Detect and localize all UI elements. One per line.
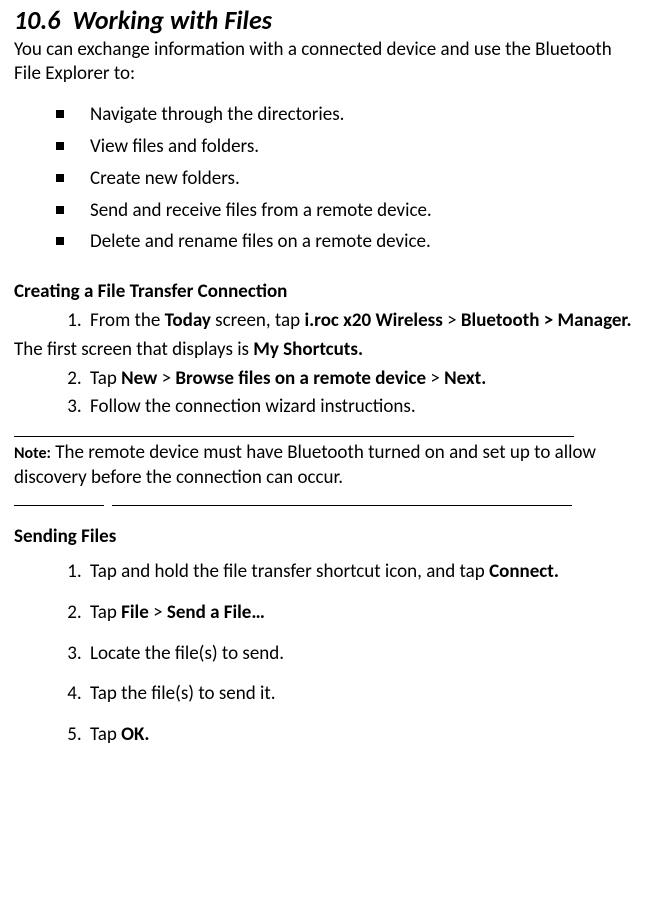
create-connection-steps: From the Today screen, tap i.roc x20 Wir… — [14, 307, 637, 336]
list-item: View files and folders. — [74, 131, 637, 163]
document-page: 10.6 Working with Files You can exchange… — [0, 0, 651, 907]
section-number: 10.6 — [14, 4, 60, 36]
list-item: Create new folders. — [74, 163, 637, 195]
bold-text: Connect. — [489, 560, 559, 583]
text: Tap — [90, 601, 121, 624]
note-label: Note: — [14, 444, 51, 463]
section-heading: 10.6 Working with Files — [14, 6, 637, 36]
text: The first screen that displays is — [14, 338, 253, 361]
list-item: Tap the file(s) to send it. — [86, 674, 637, 715]
divider — [14, 436, 574, 437]
list-item: Delete and rename files on a remote devi… — [74, 226, 637, 258]
bold-text: OK. — [121, 723, 149, 746]
list-item: Locate the file(s) to send. — [86, 634, 637, 675]
text: Tap — [90, 723, 121, 746]
text: Tap — [90, 367, 121, 390]
divider-row — [14, 492, 637, 511]
note-text: The remote device must have Bluetooth tu… — [14, 441, 596, 489]
list-item: Send and receive files from a remote dev… — [74, 195, 637, 227]
list-item: Follow the connection wizard instruction… — [86, 393, 637, 422]
bold-text: Next. — [444, 367, 486, 390]
bold-text: Bluetooth > Manager. — [461, 309, 632, 332]
list-item: Tap File > Send a File… — [86, 593, 637, 634]
text: > — [149, 601, 167, 624]
bold-text: Today — [165, 309, 211, 332]
sending-files-steps: Tap and hold the file transfer shortcut … — [14, 552, 637, 755]
list-item: Navigate through the directories. — [74, 99, 637, 131]
list-item: Tap New > Browse files on a remote devic… — [86, 365, 637, 394]
text: From the — [90, 309, 165, 332]
create-connection-steps-cont: Tap New > Browse files on a remote devic… — [14, 365, 637, 422]
text: Tap and hold the file transfer shortcut … — [90, 560, 489, 583]
capabilities-list: Navigate through the directories. View f… — [14, 99, 637, 258]
divider — [14, 505, 104, 506]
section-title: Working with Files — [72, 4, 272, 36]
text: > — [443, 309, 461, 332]
bold-text: My Shortcuts. — [253, 338, 363, 361]
intro-paragraph: You can exchange information with a conn… — [14, 38, 637, 86]
note-paragraph: Note: The remote device must have Blueto… — [14, 441, 637, 490]
bold-text: File — [121, 601, 149, 624]
bold-text: Browse files on a remote device — [175, 367, 426, 390]
text: > — [426, 367, 444, 390]
bold-text: i.roc x20 Wireless — [304, 309, 442, 332]
subheading-create-connection: Creating a File Transfer Connection — [14, 280, 637, 303]
list-item: Tap and hold the file transfer shortcut … — [86, 552, 637, 593]
divider — [112, 505, 572, 506]
subheading-sending-files: Sending Files — [14, 525, 637, 548]
text: > — [157, 367, 175, 390]
bold-text: New — [121, 367, 157, 390]
list-item: From the Today screen, tap i.roc x20 Wir… — [86, 307, 637, 336]
bold-text: Send a File… — [167, 601, 265, 624]
text: screen, tap — [211, 309, 305, 332]
interjection: The first screen that displays is My Sho… — [14, 338, 637, 363]
list-item: Tap OK. — [86, 715, 637, 756]
